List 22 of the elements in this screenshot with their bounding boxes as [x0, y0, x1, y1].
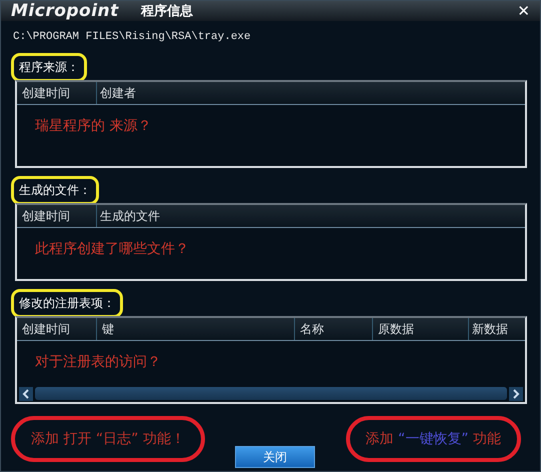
annotation-text: 此程序创建了哪些文件？: [35, 240, 189, 258]
scroll-left-icon[interactable]: [19, 386, 33, 400]
column-header[interactable]: 创建者: [97, 82, 525, 104]
column-header[interactable]: 键: [97, 318, 295, 340]
annotation-text: 添加 “一键恢复” 功能: [346, 416, 521, 462]
column-header[interactable]: 创建时间: [17, 82, 97, 104]
annotation-text: 瑞星程序的 来源？: [35, 117, 152, 135]
annotation-text: 添加 打开 “日志” 功能！: [11, 416, 205, 462]
annotation-text: 对于注册表的访问？: [35, 353, 161, 371]
logo: Micropoint: [11, 1, 119, 21]
scroll-right-icon[interactable]: [509, 386, 523, 400]
column-header[interactable]: 新数据: [469, 318, 525, 340]
close-icon[interactable]: ✕: [517, 2, 530, 20]
column-header[interactable]: 名称: [295, 318, 373, 340]
column-header[interactable]: 生成的文件: [97, 205, 525, 227]
column-header[interactable]: 创建时间: [17, 318, 97, 340]
column-header[interactable]: 创建时间: [17, 205, 97, 227]
close-button[interactable]: 关闭: [235, 446, 316, 468]
column-header[interactable]: 原数据: [373, 318, 469, 340]
window-title: 程序信息: [140, 2, 194, 20]
file-path: C:\PROGRAM FILES\Rising\RSA\tray.exe: [13, 31, 251, 43]
scrollbar[interactable]: [17, 385, 525, 402]
